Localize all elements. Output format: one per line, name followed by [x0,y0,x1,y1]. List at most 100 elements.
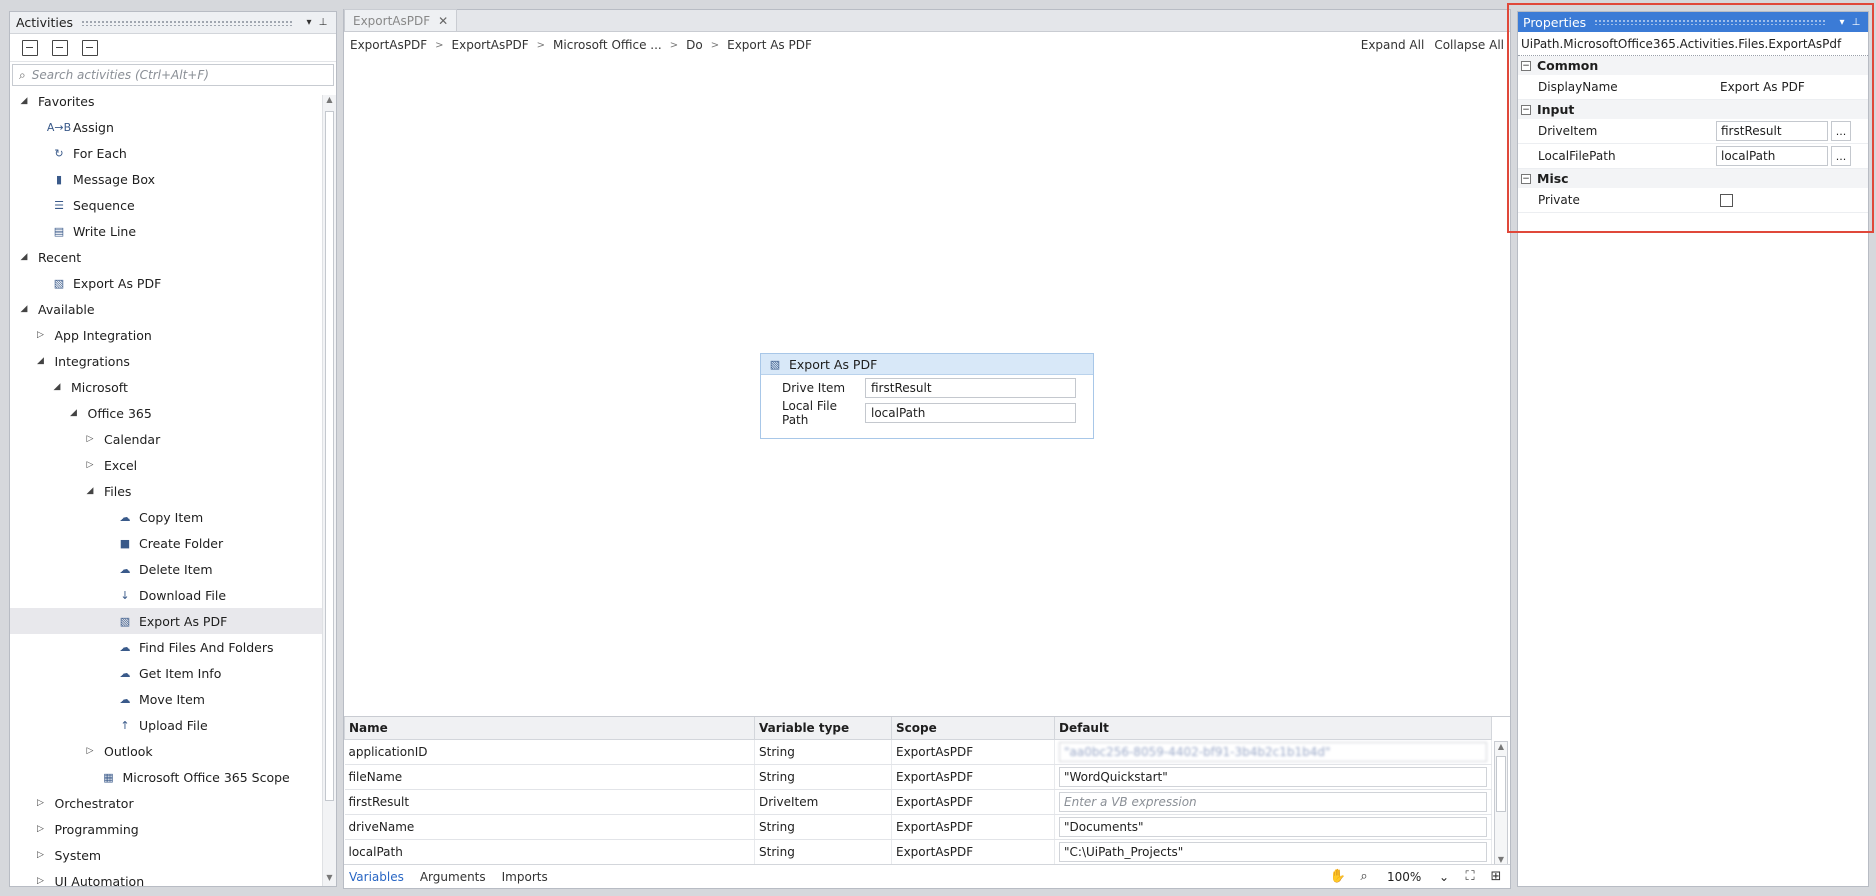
tree-item[interactable]: ◢ Favorites [10,88,336,114]
tree-item[interactable]: ☁ Get Item Info [10,660,336,686]
tab-imports[interactable]: Imports [502,870,548,884]
variable-scope-cell[interactable]: ExportAsPDF [891,839,1055,865]
tree-item[interactable]: ▷ Calendar [10,426,336,452]
expanded-arrow-icon[interactable]: ◢ [51,382,63,392]
scroll-up-icon[interactable]: ▲ [323,95,336,109]
tree-item[interactable]: A→B Assign [10,114,336,140]
property-category[interactable]: − Common [1518,56,1868,75]
breadcrumb-item[interactable]: ExportAsPDF [452,38,529,52]
tree-item[interactable]: ▷ Outlook [10,738,336,764]
zoom-search-icon[interactable]: ⌕ [1355,869,1373,884]
variable-name-cell[interactable]: applicationID [344,739,755,765]
tree-item[interactable]: ◢ Microsoft [10,374,336,400]
tree-item[interactable]: ▮ Message Box [10,166,336,192]
collapsed-arrow-icon[interactable]: ▷ [35,798,47,808]
scroll-down-icon[interactable]: ▼ [323,873,336,886]
variable-name-cell[interactable]: fileName [344,764,755,790]
default-value-input[interactable]: Enter a VB expression [1059,791,1487,812]
variable-type-cell[interactable]: DriveItem [754,789,892,815]
breadcrumb-item[interactable]: Do [686,38,703,52]
dropdown-icon[interactable]: ▾ [1835,17,1849,28]
expanded-arrow-icon[interactable]: ◢ [35,356,47,366]
collapse-category-icon[interactable]: − [1521,60,1531,71]
collapse-all-link[interactable]: Collapse All [1434,38,1504,52]
column-default[interactable]: Default [1054,717,1492,740]
collapsed-arrow-icon[interactable]: ▷ [35,850,47,860]
activity-header[interactable]: ▧ Export As PDF [761,354,1093,375]
default-value-input[interactable]: "C:\UiPath_Projects" [1059,841,1487,862]
workflow-canvas[interactable]: ▧ Export As PDF Drive Item firstResult L… [344,60,1510,716]
property-value-text[interactable]: Export As PDF [1716,80,1805,94]
tree-item[interactable]: ▷ App Integration [10,322,336,348]
default-value-input[interactable]: "aa0bc256-8059-4402-bf91-3b4b2c1b1b4d" [1059,741,1487,762]
expression-editor-button[interactable]: ... [1831,146,1851,166]
variable-scope-cell[interactable]: ExportAsPDF [891,764,1055,790]
tab-exportaspdf[interactable]: ExportAsPDF ✕ [344,9,458,31]
collapse-category-icon[interactable]: − [1521,104,1531,115]
variable-scope-cell[interactable]: ExportAsPDF [891,739,1055,765]
scroll-up-icon[interactable]: ▲ [1495,742,1507,751]
column-variable-type[interactable]: Variable type [754,717,892,740]
default-value-input[interactable]: "WordQuickstart" [1059,766,1487,787]
tree-item[interactable]: ■ Create Folder [10,530,336,556]
search-activities-field[interactable]: ⌕ Search activities (Ctrl+Alt+F) [12,64,334,86]
zoom-dropdown[interactable]: 100% ⌄ [1383,868,1453,886]
drive-item-input[interactable]: firstResult [865,377,1076,398]
private-checkbox[interactable] [1720,193,1733,207]
breadcrumb-item[interactable]: Microsoft Office ... [553,38,662,52]
scroll-down-icon[interactable]: ▼ [1495,855,1507,864]
tree-item[interactable]: ▷ Programming [10,816,336,842]
overview-icon[interactable]: ⊞ [1487,869,1505,884]
hand-icon[interactable]: ✋ [1329,869,1347,884]
expanded-arrow-icon[interactable]: ◢ [18,252,30,262]
tree-item[interactable]: ☁ Copy Item [10,504,336,530]
tree-item[interactable]: ▷ System [10,842,336,868]
variable-scope-cell[interactable]: ExportAsPDF [891,789,1055,815]
table-row[interactable]: localPath String ExportAsPDF "C:\UiPath_Pro… [344,839,1492,865]
tree-item[interactable]: ◢ Integrations [10,348,336,374]
column-scope[interactable]: Scope [891,717,1055,740]
expression-editor-button[interactable]: ... [1831,121,1851,141]
collapsed-arrow-icon[interactable]: ▷ [84,460,96,470]
pin-icon[interactable]: ⊥ [1849,17,1863,28]
export-as-pdf-activity[interactable]: ▧ Export As PDF Drive Item firstResult L… [760,353,1094,439]
collapsed-arrow-icon[interactable]: ▷ [84,434,96,444]
collapsed-arrow-icon[interactable]: ▷ [35,876,47,886]
table-row[interactable]: fileName String ExportAsPDF "WordQuickstart… [344,764,1492,790]
tree-item[interactable]: ☁ Move Item [10,686,336,712]
tree-item[interactable]: ◢ Files [10,478,336,504]
column-name[interactable]: Name [344,717,755,740]
show-preview-icon[interactable] [82,39,98,56]
variable-name-cell[interactable]: localPath [344,839,755,865]
expanded-arrow-icon[interactable]: ◢ [18,304,30,314]
table-row[interactable]: firstResult DriveItem ExportAsPDF Enter a V… [344,789,1492,815]
collapsed-arrow-icon[interactable]: ▷ [35,330,47,340]
scroll-thumb[interactable] [1496,756,1506,812]
property-value-input[interactable]: firstResult [1716,121,1828,141]
tab-variables[interactable]: Variables [349,870,404,884]
tree-item[interactable]: ▷ Orchestrator [10,790,336,816]
collapsed-arrow-icon[interactable]: ▷ [35,824,47,834]
activities-scrollbar[interactable]: ▲ ▼ [322,95,336,886]
tree-item[interactable]: ◢ Office 365 [10,400,336,426]
variable-name-cell[interactable]: driveName [344,814,755,840]
tree-item[interactable]: ▷ UI Automation [10,868,336,887]
variable-type-cell[interactable]: String [754,814,892,840]
close-tab-icon[interactable]: ✕ [438,14,448,28]
tree-item[interactable]: ▤ Write Line [10,218,336,244]
property-value-input[interactable]: localPath [1716,146,1828,166]
tree-item[interactable]: ◢ Recent [10,244,336,270]
expanded-arrow-icon[interactable]: ◢ [18,96,30,106]
tree-item[interactable]: ▦ Microsoft Office 365 Scope [10,764,336,790]
tree-item[interactable]: ☰ Sequence [10,192,336,218]
tab-arguments[interactable]: Arguments [420,870,486,884]
default-value-input[interactable]: "Documents" [1059,816,1487,837]
expanded-arrow-icon[interactable]: ◢ [84,486,96,496]
property-category[interactable]: − Misc [1518,169,1868,188]
tree-item[interactable]: ☁ Delete Item [10,556,336,582]
variable-name-cell[interactable]: firstResult [344,789,755,815]
breadcrumb-item[interactable]: ExportAsPDF [350,38,427,52]
variable-type-cell[interactable]: String [754,839,892,865]
dropdown-icon[interactable]: ▾ [302,17,316,28]
variables-scrollbar[interactable]: ▲ ▼ [1494,741,1508,865]
